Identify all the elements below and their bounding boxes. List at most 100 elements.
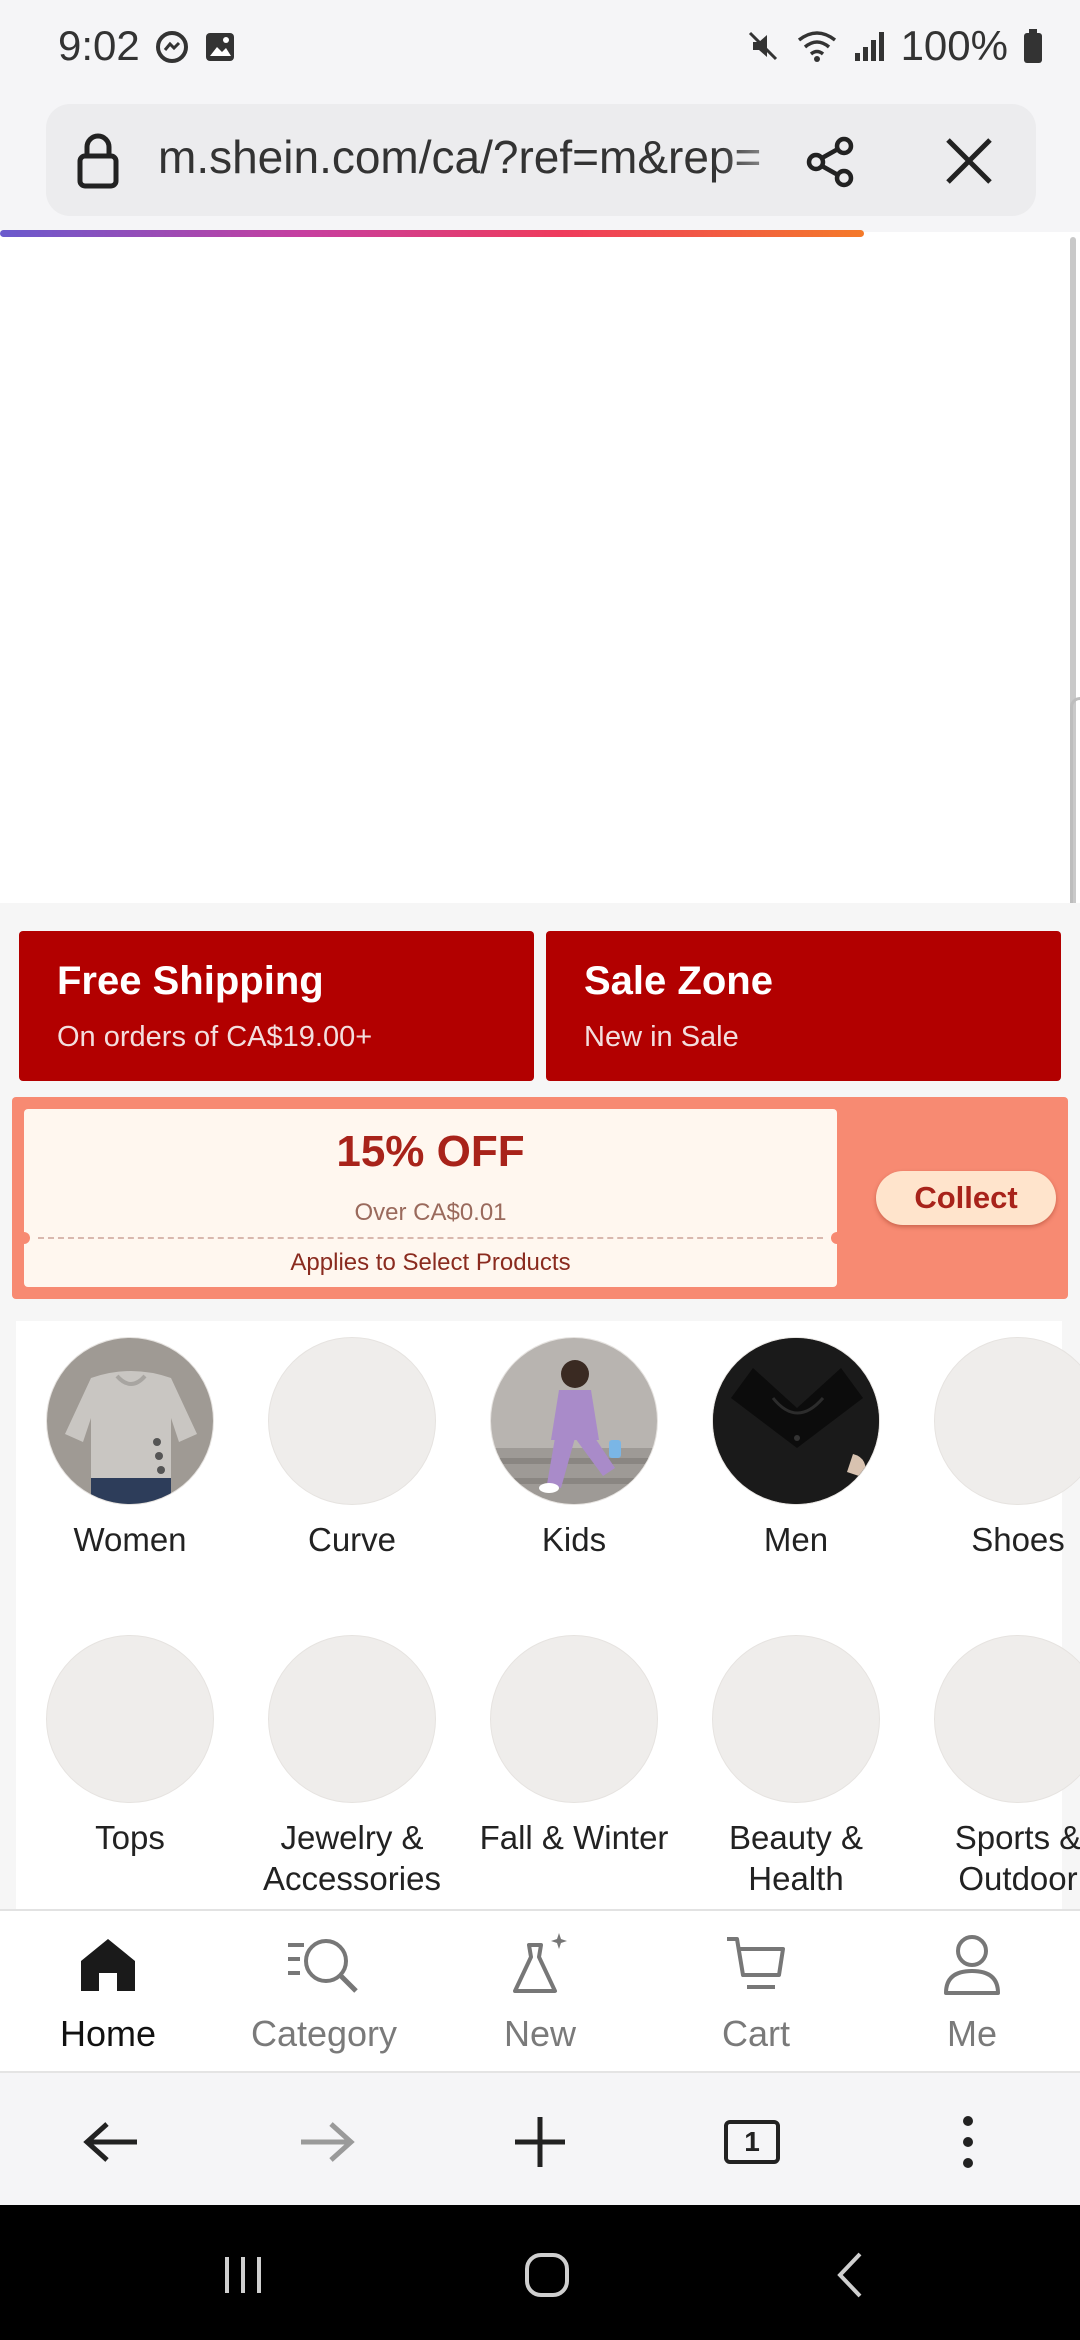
recent-apps-button[interactable] — [208, 2245, 278, 2305]
coupon-banner: 15% OFF Over CA$0.01 Applies to Select P… — [12, 1097, 1068, 1299]
forward-arrow-icon — [301, 2122, 355, 2162]
nav-home[interactable]: Home — [0, 1929, 216, 2055]
free-shipping-card[interactable]: Free Shipping On orders of CA$19.00+ — [19, 931, 534, 1081]
url-text[interactable]: m.shein.com/ca/?ref=m&rep= — [158, 130, 818, 184]
category-men[interactable]: Men — [686, 1337, 906, 1560]
category-fall-winter[interactable]: Fall & Winter — [464, 1635, 684, 1858]
category-sports-outdoor[interactable]: Sports & Outdoor — [908, 1635, 1080, 1899]
plus-icon — [515, 2117, 565, 2167]
category-image — [934, 1635, 1080, 1803]
nav-me[interactable]: Me — [864, 1929, 1080, 2055]
home-icon — [81, 1939, 135, 1991]
sale-zone-title: Sale Zone — [584, 959, 773, 1003]
home-system-button[interactable] — [512, 2245, 582, 2305]
category-label: Fall & Winter — [479, 1819, 669, 1856]
category-label: Jewelry & Accessories — [263, 1819, 441, 1897]
category-label: Sports & Outdoor — [954, 1819, 1080, 1897]
category-image — [490, 1635, 658, 1803]
nav-label: Category — [250, 2013, 398, 2054]
status-right: 100% — [745, 22, 1044, 70]
coupon-divider — [38, 1237, 823, 1239]
promo-area: Free Shipping On orders of CA$19.00+ Sal… — [0, 903, 1080, 1909]
collect-button[interactable]: Collect — [876, 1171, 1056, 1225]
nav-label: Cart — [721, 2013, 790, 2054]
home-circle-icon — [525, 2253, 569, 2297]
app-bottom-nav: Home Category New Cart Me — [0, 1909, 1080, 2071]
system-nav-bar — [0, 2205, 1080, 2340]
men-polo-image — [713, 1338, 879, 1504]
coupon-card[interactable]: 15% OFF Over CA$0.01 Applies to Select P… — [18, 1109, 843, 1287]
nav-cart[interactable]: Cart — [648, 1929, 864, 2055]
recent-apps-icon — [225, 2257, 261, 2293]
coupon-note: Applies to Select Products — [290, 1249, 571, 1276]
category-label: Tops — [95, 1819, 165, 1856]
back-button[interactable] — [72, 2107, 152, 2177]
category-label: Beauty & Health — [729, 1819, 863, 1897]
coupon-discount: 15% OFF — [336, 1127, 525, 1176]
battery-percent: 100% — [900, 22, 1008, 69]
new-tab-button[interactable] — [500, 2107, 580, 2177]
gallery-notification-icon — [206, 33, 234, 61]
back-chevron-icon — [837, 2252, 862, 2298]
back-arrow-icon — [83, 2122, 137, 2162]
category-kids[interactable]: Kids — [464, 1337, 684, 1560]
nav-label: New — [503, 2013, 577, 2054]
category-grid: Women Curve Kids Men Shoes Tops Jewelry … — [16, 1321, 1080, 1909]
category-curve[interactable]: Curve — [242, 1337, 462, 1560]
category-image — [268, 1337, 436, 1505]
category-tops[interactable]: Tops — [20, 1635, 240, 1858]
nav-category[interactable]: Category — [216, 1929, 432, 2055]
category-women[interactable]: Women — [20, 1337, 240, 1560]
browser-url-area: m.shein.com/ca/?ref=m&rep= — [0, 100, 1080, 232]
nav-label: Me — [946, 2013, 997, 2054]
category-label: Kids — [541, 1521, 607, 1558]
nav-label: Home — [59, 2013, 157, 2054]
status-time: 9:02 — [58, 22, 140, 69]
tabs-button[interactable]: 1 — [712, 2107, 792, 2177]
status-notification-icons — [155, 30, 237, 64]
battery-icon — [1024, 29, 1042, 63]
free-shipping-title: Free Shipping — [57, 959, 324, 1003]
category-label: Shoes — [971, 1521, 1065, 1558]
free-shipping-subtitle: On orders of CA$19.00+ — [57, 1021, 373, 1053]
category-beauty-health[interactable]: Beauty & Health — [686, 1635, 906, 1899]
category-image — [934, 1337, 1080, 1505]
close-icon[interactable] — [942, 134, 996, 188]
coupon-notch-left — [18, 1232, 30, 1244]
category-image — [712, 1337, 880, 1505]
kids-outfit-image — [491, 1338, 657, 1504]
lock-icon — [77, 133, 119, 189]
category-image — [46, 1337, 214, 1505]
category-label: Curve — [307, 1521, 397, 1558]
person-icon — [944, 1935, 1000, 1995]
category-image — [268, 1635, 436, 1803]
nav-new[interactable]: New — [432, 1929, 648, 2055]
web-content: Free Shipping On orders of CA$19.00+ Sal… — [0, 237, 1080, 1909]
dress-sparkle-icon — [513, 1933, 567, 1993]
status-bar: 9:02 100% — [0, 0, 1080, 100]
category-image — [712, 1635, 880, 1803]
category-search-icon — [288, 1939, 358, 1993]
back-system-button[interactable] — [814, 2245, 884, 2305]
category-shoes[interactable]: Shoes — [908, 1337, 1080, 1560]
sale-zone-subtitle: New in Sale — [584, 1021, 739, 1053]
women-top-image — [47, 1338, 213, 1504]
category-label: Men — [763, 1521, 829, 1558]
browser-toolbar: 1 — [0, 2071, 1080, 2205]
more-vertical-icon — [963, 2116, 973, 2168]
tab-count: 1 — [724, 2120, 780, 2164]
category-image — [490, 1337, 658, 1505]
category-jewelry-accessories[interactable]: Jewelry & Accessories — [242, 1635, 462, 1899]
coupon-condition: Over CA$0.01 — [354, 1199, 507, 1226]
mute-icon — [748, 31, 777, 61]
coupon-notch-right — [831, 1232, 843, 1244]
forward-button[interactable] — [286, 2107, 366, 2177]
page-load-progress — [0, 230, 864, 237]
url-bar[interactable]: m.shein.com/ca/?ref=m&rep= — [46, 104, 1036, 216]
wifi-icon — [797, 31, 836, 62]
menu-button[interactable] — [928, 2107, 1008, 2177]
share-icon[interactable] — [802, 134, 858, 190]
sale-zone-card[interactable]: Sale Zone New in Sale — [546, 931, 1061, 1081]
category-image — [46, 1635, 214, 1803]
cart-icon — [727, 1937, 785, 1989]
